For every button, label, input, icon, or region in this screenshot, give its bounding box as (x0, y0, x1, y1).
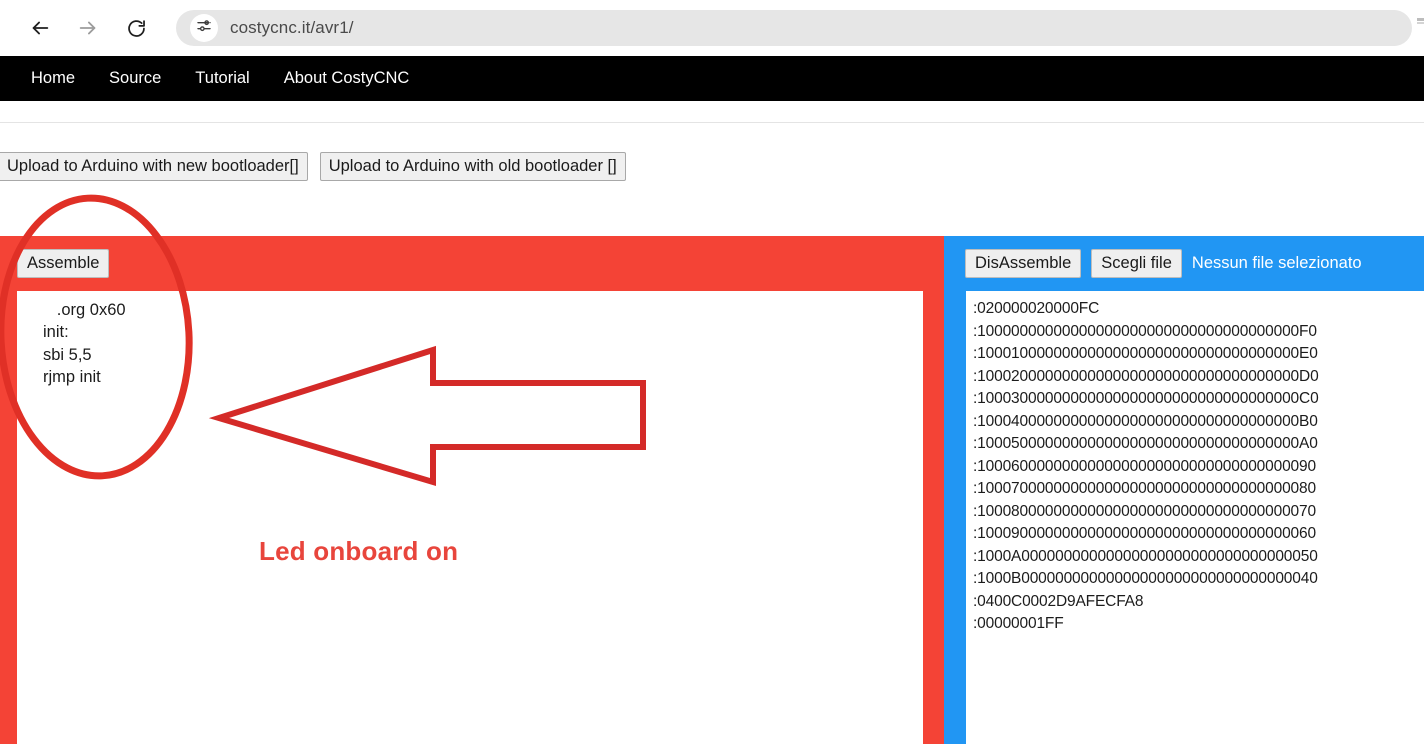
choose-file-button[interactable]: Scegli file (1091, 249, 1182, 278)
toolbar-right-edge-element[interactable] (1414, 14, 1424, 30)
hex-output-textarea[interactable] (966, 291, 1424, 744)
upload-new-bootloader-button[interactable]: Upload to Arduino with new bootloader[] (0, 152, 308, 181)
browser-toolbar: costycnc.it/avr1/ (0, 0, 1424, 56)
nav-item-about-costycnc[interactable]: About CostyCNC (267, 69, 427, 88)
reload-icon (126, 18, 147, 39)
forward-arrow-icon (77, 17, 99, 39)
page-root: costycnc.it/avr1/ Home Source Tutorial A… (0, 0, 1424, 744)
site-navigation-bar: Home Source Tutorial About CostyCNC (0, 56, 1424, 101)
file-selection-status: Nessun file selezionato (1191, 254, 1362, 272)
tune-settings-icon (196, 18, 212, 39)
disassembler-panel: DisAssemble Scegli file Nessun file sele… (944, 236, 1424, 744)
back-button[interactable] (22, 10, 58, 46)
nav-item-source[interactable]: Source (92, 69, 178, 88)
address-bar[interactable]: costycnc.it/avr1/ (176, 10, 1412, 46)
assemble-button[interactable]: Assemble (17, 249, 110, 278)
assembler-panel-header: Assemble (0, 236, 944, 291)
site-info-button[interactable] (190, 14, 218, 42)
address-bar-url: costycnc.it/avr1/ (230, 18, 354, 37)
upload-old-bootloader-button[interactable]: Upload to Arduino with old bootloader [] (319, 152, 626, 181)
reload-button[interactable] (118, 10, 154, 46)
back-arrow-icon (29, 17, 51, 39)
header-divider (0, 122, 1424, 123)
nav-item-home[interactable]: Home (14, 69, 92, 88)
forward-button[interactable] (70, 10, 106, 46)
disassembler-panel-header: DisAssemble Scegli file Nessun file sele… (944, 236, 1424, 291)
disassemble-button[interactable]: DisAssemble (965, 249, 1082, 278)
assembly-source-textarea[interactable] (17, 291, 923, 744)
nav-item-tutorial[interactable]: Tutorial (178, 69, 266, 88)
assembler-panel: Assemble (0, 236, 944, 744)
upload-toolbar: Upload to Arduino with new bootloader[] … (0, 152, 1424, 181)
